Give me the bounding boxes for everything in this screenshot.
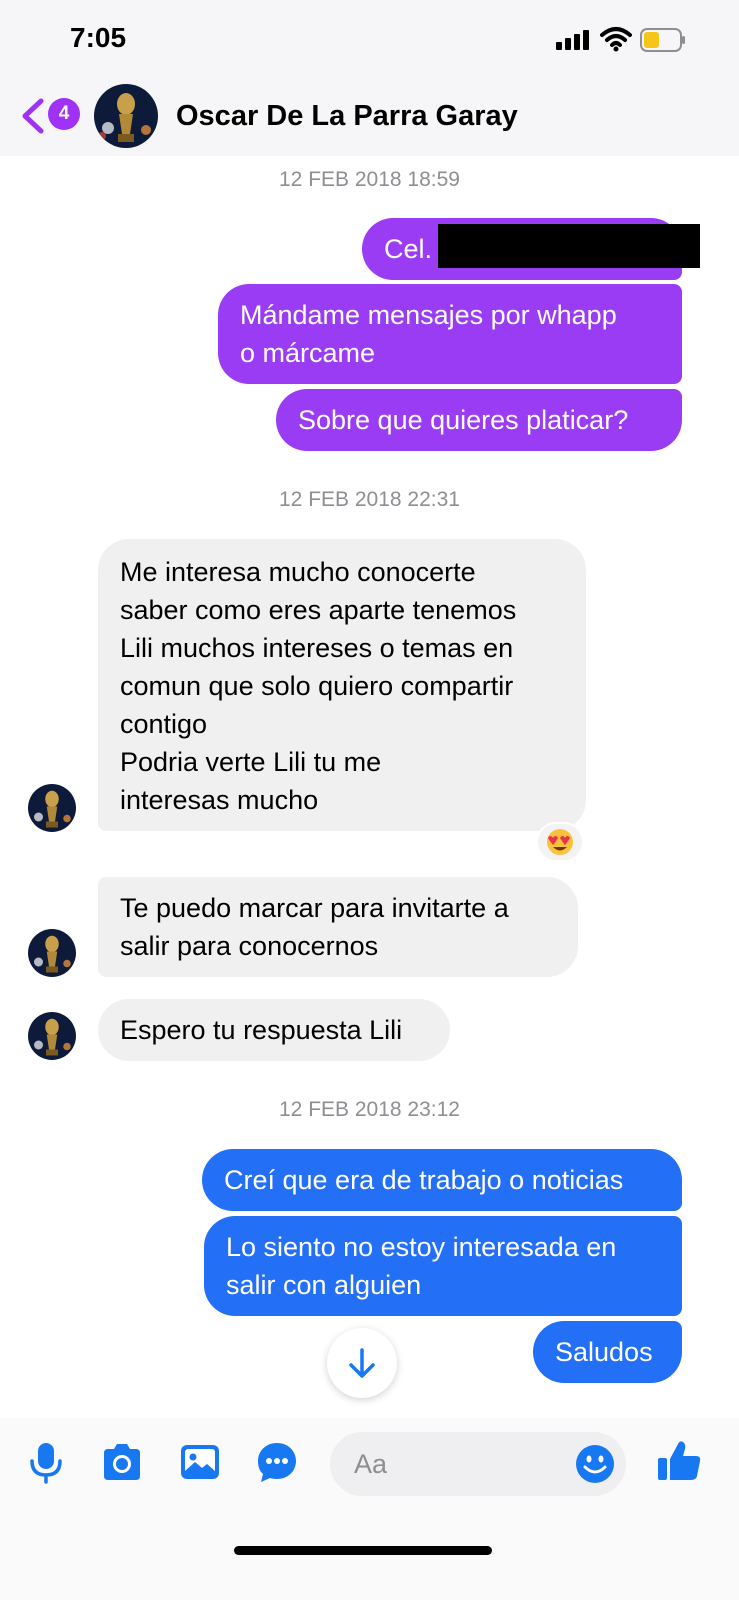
trophy-photo-icon <box>28 1012 76 1060</box>
chevron-left-icon <box>22 98 44 134</box>
conversation-header: 4 Oscar De La Parra Garay <box>0 80 739 156</box>
message-text: salir para conocernos <box>120 931 379 961</box>
message-text: Lili muchos intereses o temas en <box>120 633 514 663</box>
message-input[interactable] <box>354 1444 574 1484</box>
gallery-icon[interactable] <box>178 1440 222 1484</box>
message-input-container[interactable] <box>330 1432 626 1496</box>
trophy-photo-icon <box>28 784 76 832</box>
cellular-signal-icon <box>556 30 592 50</box>
message-bubble-incoming[interactable]: Espero tu respuesta Lili <box>98 999 450 1061</box>
message-text: Creí que era de trabajo o noticias <box>224 1165 624 1195</box>
timestamp: 12 FEB 2018 18:59 <box>279 168 460 191</box>
redaction-bar <box>438 224 700 268</box>
emoji-icon[interactable] <box>574 1443 616 1485</box>
contact-name[interactable]: Oscar De La Parra Garay <box>176 100 518 133</box>
back-button[interactable]: 4 <box>20 94 80 138</box>
chat-bubble-icon[interactable] <box>255 1440 299 1484</box>
message-text: salir con alguien <box>226 1270 422 1300</box>
message-text: saber como eres aparte tenemos <box>120 595 517 625</box>
message-bubble-outgoing[interactable]: Lo siento no estoy interesada en salir c… <box>204 1216 682 1316</box>
battery-icon <box>640 28 685 52</box>
message-text: Me interesa mucho conocerte <box>120 557 476 587</box>
scroll-to-bottom-button[interactable] <box>327 1328 397 1398</box>
contact-avatar-small[interactable] <box>28 784 76 832</box>
contact-avatar-small[interactable] <box>28 929 76 977</box>
wifi-icon <box>600 27 632 52</box>
message-bubble-outgoing[interactable]: Creí que era de trabajo o noticias <box>202 1149 682 1211</box>
message-bubble-incoming[interactable]: Te puedo marcar para invitarte a salir p… <box>98 877 578 977</box>
heart-eyes-emoji-icon <box>547 829 573 855</box>
message-text: Mándame mensajes por whapp <box>240 300 617 330</box>
message-bubble-incoming[interactable]: Me interesa mucho conocerte saber como e… <box>98 539 586 831</box>
thumbs-up-icon[interactable] <box>656 1438 702 1484</box>
home-indicator <box>234 1546 492 1555</box>
message-text: contigo <box>120 709 208 739</box>
reaction-heart-eyes[interactable] <box>536 822 584 862</box>
message-text: Espero tu respuesta Lili <box>120 1015 403 1045</box>
microphone-icon[interactable] <box>24 1440 68 1484</box>
unread-badge: 4 <box>48 98 80 130</box>
trophy-photo-icon <box>28 929 76 977</box>
message-bubble-outgoing[interactable]: Mándame mensajes por whapp o márcame <box>218 284 682 384</box>
timestamp: 12 FEB 2018 22:31 <box>279 488 460 511</box>
timestamp: 12 FEB 2018 23:12 <box>279 1098 460 1121</box>
message-text: comun que solo quiero compartir <box>120 671 514 701</box>
status-time: 7:05 <box>70 22 127 53</box>
message-text: Lo siento no estoy interesada en <box>226 1232 617 1262</box>
message-text: Te puedo marcar para invitarte a <box>120 893 509 923</box>
message-composer <box>0 1418 739 1600</box>
message-text: interesas mucho <box>120 785 319 815</box>
message-text: Saludos <box>555 1337 653 1367</box>
message-text: Sobre que quieres platicar? <box>298 405 629 435</box>
status-bar: 7:05 <box>0 0 739 80</box>
message-bubble-outgoing[interactable]: Sobre que quieres platicar? <box>276 389 682 451</box>
trophy-photo-icon <box>94 84 158 148</box>
message-text: Podria verte Lili tu me <box>120 747 382 777</box>
contact-avatar-small[interactable] <box>28 1012 76 1060</box>
camera-icon[interactable] <box>100 1440 144 1484</box>
arrow-down-icon <box>349 1348 375 1378</box>
contact-avatar[interactable] <box>94 84 158 148</box>
message-text: o márcame <box>240 338 376 368</box>
message-bubble-outgoing[interactable]: Saludos <box>533 1321 682 1383</box>
